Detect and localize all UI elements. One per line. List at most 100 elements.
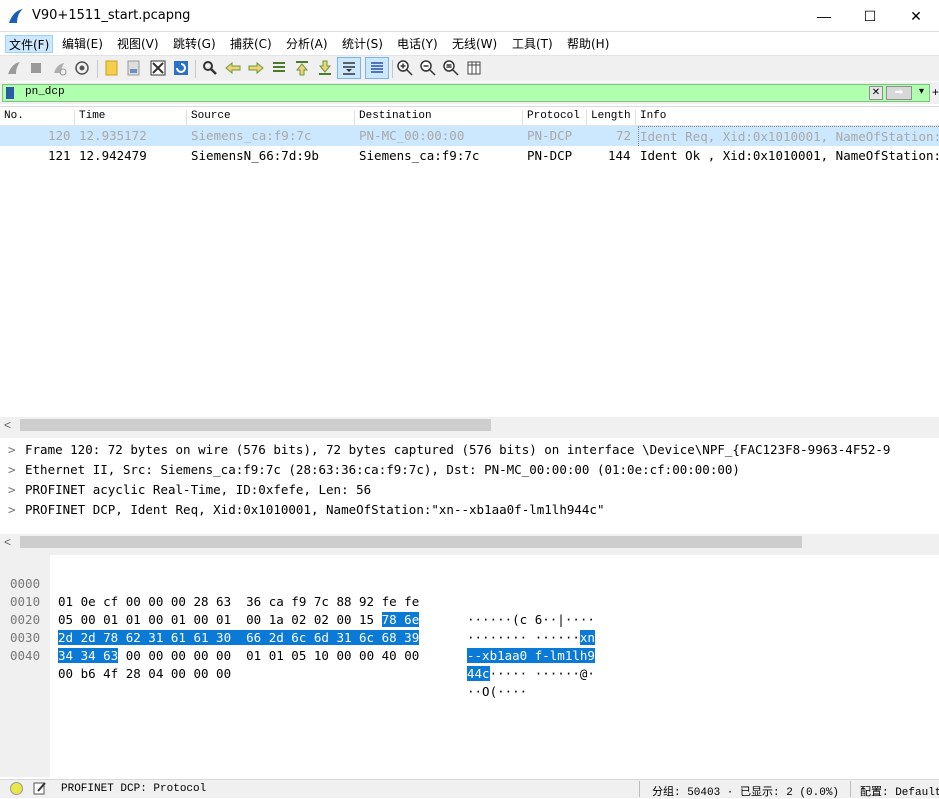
- packet-time: 12.942479: [79, 148, 147, 163]
- bytes-row[interactable]: 0020 2d 2d 78 62 31 61 61 30 66 2d 6c 6d…: [0, 593, 939, 663]
- packet-row[interactable]: 120 12.935172 Siemens_ca:f9:7c PN-MC_00:…: [0, 126, 939, 146]
- column-info[interactable]: Info: [636, 110, 939, 126]
- menu-telephony[interactable]: 电话(Y): [394, 35, 441, 53]
- go-back-icon[interactable]: [225, 60, 241, 76]
- display-filter-bar: pn_dcp ✕ ➡ ▾ +: [0, 82, 939, 104]
- detail-text: PROFINET DCP, Ident Req, Xid:0x1010001, …: [25, 502, 605, 517]
- status-separator: [639, 781, 640, 797]
- expand-chevron-icon[interactable]: >: [8, 500, 16, 520]
- resize-columns-icon[interactable]: [466, 60, 482, 76]
- maximize-button[interactable]: ☐: [847, 0, 893, 32]
- save-file-icon[interactable]: [126, 60, 142, 76]
- display-filter-input[interactable]: pn_dcp ✕ ➡ ▾: [2, 84, 930, 102]
- column-source[interactable]: Source: [187, 110, 355, 126]
- expand-chevron-icon[interactable]: >: [8, 440, 16, 460]
- find-packet-icon[interactable]: [202, 60, 218, 76]
- detail-row-profinet-rt[interactable]: > PROFINET acyclic Real-Time, ID:0xfefe,…: [0, 480, 939, 500]
- go-last-icon[interactable]: [317, 60, 333, 76]
- packet-info: Ident Req, Xid:0x1010001, NameOfStation:…: [638, 126, 939, 146]
- status-profile[interactable]: 配置: Default: [860, 783, 939, 799]
- column-destination[interactable]: Destination: [355, 110, 523, 126]
- column-time[interactable]: Time: [75, 110, 187, 126]
- capture-options-icon[interactable]: [74, 60, 90, 76]
- byte-hex[interactable]: 00 00 00 00 00 01 01 05 10 00 00 40 00: [118, 648, 420, 663]
- zoom-in-icon[interactable]: [397, 60, 413, 76]
- column-protocol[interactable]: Protocol: [523, 110, 587, 126]
- restart-icon[interactable]: [51, 60, 67, 76]
- open-file-icon[interactable]: [104, 60, 120, 76]
- byte-ascii-highlighted[interactable]: --xb1aa0 f-lm1lh9: [467, 648, 595, 663]
- status-separator: [850, 781, 851, 797]
- go-to-packet-icon[interactable]: [271, 60, 287, 76]
- byte-ascii[interactable]: ····· ······@·: [490, 666, 595, 681]
- scroll-thumb[interactable]: [20, 536, 802, 548]
- byte-hex-highlighted[interactable]: 34 34 63: [58, 648, 119, 663]
- scroll-thumb[interactable]: [20, 419, 491, 431]
- packet-length: 144: [608, 148, 631, 163]
- byte-hex[interactable]: 00 b6 4f 28 04 00 00 00: [58, 665, 231, 683]
- zoom-normal-icon[interactable]: [443, 60, 459, 76]
- stop-icon[interactable]: [28, 60, 44, 76]
- toolbar-separator: [97, 60, 98, 78]
- byte-ascii-highlighted[interactable]: 44c: [467, 666, 490, 681]
- byte-ascii[interactable]: ··O(····: [467, 683, 527, 701]
- close-button[interactable]: ✕: [893, 0, 939, 32]
- go-forward-icon[interactable]: [248, 60, 264, 76]
- packet-list: No. Time Source Destination Protocol Len…: [0, 106, 939, 418]
- packet-length: 72: [616, 128, 632, 143]
- detail-row-frame[interactable]: > Frame 120: 72 bytes on wire (576 bits)…: [0, 440, 939, 460]
- menu-statistics[interactable]: 统计(S): [339, 35, 386, 53]
- autoscroll-toggle[interactable]: [337, 57, 361, 79]
- bytes-row[interactable]: 0040 00 b6 4f 28 04 00 00 00 ··O(····: [0, 629, 939, 699]
- expert-info-icon[interactable]: [10, 782, 23, 795]
- bytes-row[interactable]: 0030 34 34 63 00 00 00 00 00 01 01 05 10…: [0, 611, 939, 681]
- bytes-row[interactable]: 0000 01 0e cf 00 00 00 28 63 36 ca f9 7c…: [0, 557, 939, 627]
- title-bar: V90+1511_start.pcapng — ☐ ✕: [0, 0, 939, 32]
- menu-capture[interactable]: 捕获(C): [227, 35, 275, 53]
- menu-edit[interactable]: 编辑(E): [59, 35, 106, 53]
- expand-chevron-icon[interactable]: >: [8, 480, 16, 500]
- toolbar-separator: [195, 60, 196, 78]
- add-filter-button-icon[interactable]: +: [932, 85, 939, 99]
- packet-row[interactable]: 121 12.942479 SiemensN_66:7d:9b Siemens_…: [0, 146, 939, 166]
- byte-offset: 0040: [10, 648, 41, 663]
- capture-comment-icon[interactable]: [33, 781, 47, 795]
- column-no[interactable]: No.: [0, 110, 75, 126]
- details-hscrollbar[interactable]: <: [0, 534, 939, 550]
- column-length[interactable]: Length: [587, 110, 636, 126]
- detail-row-ethernet[interactable]: > Ethernet II, Src: Siemens_ca:f9:7c (28…: [0, 460, 939, 480]
- packet-source: Siemens_ca:f9:7c: [191, 128, 312, 143]
- filter-dropdown-icon[interactable]: ▾: [915, 86, 928, 100]
- reload-file-icon[interactable]: [173, 60, 189, 76]
- menu-go[interactable]: 跳转(G): [170, 35, 219, 53]
- packet-no: 120: [48, 128, 71, 143]
- close-file-icon[interactable]: [150, 60, 166, 76]
- apply-filter-button[interactable]: ➡: [886, 86, 912, 100]
- menu-view[interactable]: 视图(V): [114, 35, 162, 53]
- shark-fin-start-icon[interactable]: [6, 60, 22, 76]
- detail-text: Frame 120: 72 bytes on wire (576 bits), …: [25, 442, 891, 457]
- scroll-left-icon[interactable]: <: [4, 534, 11, 550]
- zoom-out-icon[interactable]: [420, 60, 436, 76]
- bytes-row[interactable]: 0010 05 00 01 01 00 01 00 01 00 1a 02 02…: [0, 575, 939, 645]
- menu-wireless[interactable]: 无线(W): [449, 35, 500, 53]
- filter-bookmark-icon[interactable]: [6, 87, 14, 99]
- scroll-left-icon[interactable]: <: [4, 417, 11, 433]
- clear-filter-button[interactable]: ✕: [869, 86, 883, 100]
- menu-bar: 文件(F) 编辑(E) 视图(V) 跳转(G) 捕获(C) 分析(A) 统计(S…: [0, 33, 939, 55]
- packet-bytes: 0000 01 0e cf 00 00 00 28 63 36 ca f9 7c…: [0, 555, 939, 777]
- menu-analyze[interactable]: 分析(A): [283, 35, 331, 53]
- menu-help[interactable]: 帮助(H): [564, 35, 612, 53]
- packet-list-hscrollbar[interactable]: <: [0, 417, 939, 433]
- menu-tools[interactable]: 工具(T): [509, 35, 556, 53]
- status-bar: PROFINET DCP: Protocol 分组: 50403 · 已显示: …: [0, 779, 939, 799]
- detail-row-profinet-dcp[interactable]: > PROFINET DCP, Ident Req, Xid:0x1010001…: [0, 500, 939, 520]
- packet-details: > Frame 120: 72 bytes on wire (576 bits)…: [0, 438, 939, 534]
- minimize-button[interactable]: —: [801, 0, 847, 32]
- packet-list-header: No. Time Source Destination Protocol Len…: [0, 107, 939, 126]
- colorize-toggle[interactable]: [365, 57, 389, 79]
- filter-text: pn_dcp: [25, 86, 65, 98]
- menu-file[interactable]: 文件(F): [5, 35, 54, 53]
- go-first-icon[interactable]: [294, 60, 310, 76]
- expand-chevron-icon[interactable]: >: [8, 460, 16, 480]
